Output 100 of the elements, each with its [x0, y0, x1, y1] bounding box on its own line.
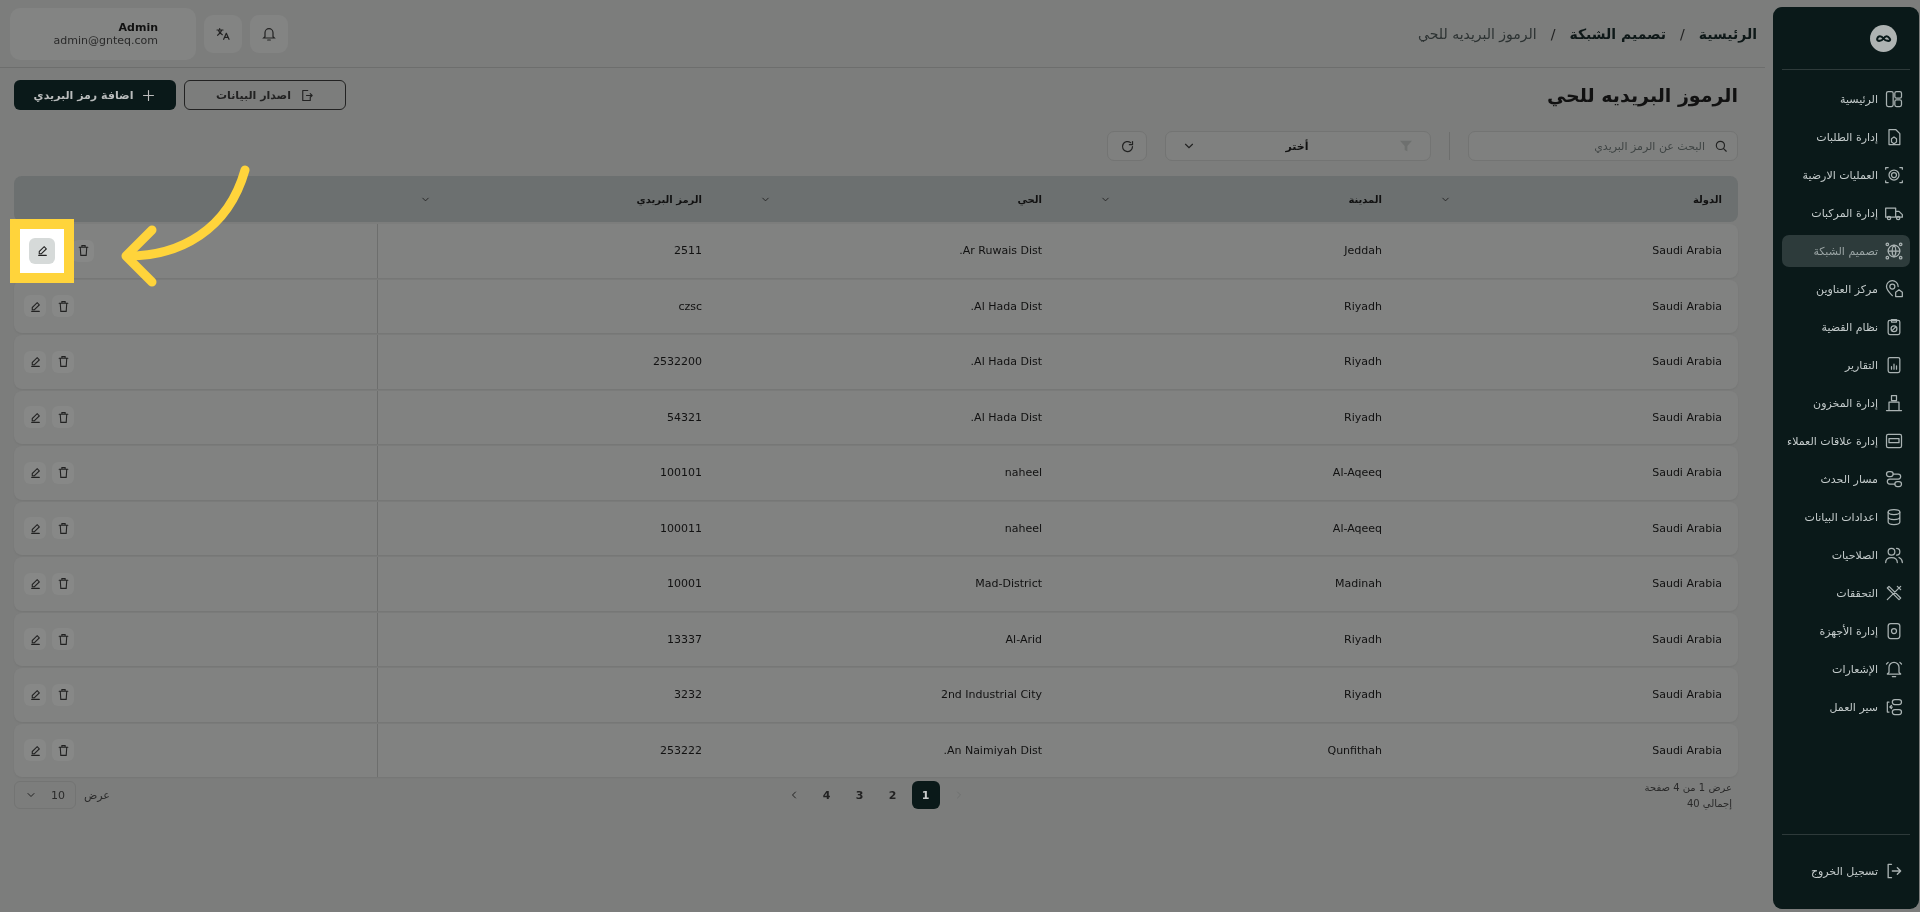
page-button[interactable]: 4: [812, 781, 841, 809]
column-header[interactable]: الحي: [1017, 193, 1042, 205]
delete-button[interactable]: [52, 739, 74, 762]
table-cell: Saudi Arabia: [1652, 244, 1722, 258]
delete-button[interactable]: [52, 406, 74, 429]
search-icon: [1714, 139, 1728, 153]
inventory-icon: [1884, 393, 1904, 413]
globe-icon: [1884, 241, 1904, 261]
table-cell: Riyadh: [1344, 632, 1382, 646]
page-size-label: عرض: [84, 788, 110, 802]
table-cell: 100101: [660, 466, 702, 480]
pencil-icon: [28, 688, 42, 702]
delete-button[interactable]: [52, 295, 74, 318]
workflow-icon: [1884, 697, 1904, 717]
table-cell: naheel: [1004, 466, 1042, 480]
pencil-icon: [28, 521, 42, 535]
total-count: إجمالي 40: [1685, 797, 1732, 809]
table-cell: Al-Aqeeq: [1332, 521, 1382, 535]
sidebar-item[interactable]: الرئيسية: [1782, 83, 1910, 115]
search-field[interactable]: البحث عن الرمز البريدي: [1468, 131, 1738, 161]
table-cell: Saudi Arabia: [1652, 521, 1722, 535]
sidebar-item[interactable]: الصلاحيات: [1782, 539, 1910, 571]
translate-icon: [215, 25, 231, 42]
user-card[interactable]: Admin admin@gnteq.com: [10, 7, 196, 60]
user-name: Admin: [118, 20, 158, 34]
pencil-icon: [35, 244, 49, 258]
page-button[interactable]: 2: [878, 781, 907, 809]
delete-button[interactable]: [52, 461, 74, 484]
refresh-button[interactable]: [1107, 131, 1147, 161]
delete-button[interactable]: [52, 517, 74, 540]
column-header[interactable]: الدولة: [1693, 193, 1722, 205]
crm-card-icon: [1884, 431, 1904, 451]
trash-icon: [56, 521, 70, 535]
layout-icon: [1884, 89, 1904, 109]
table-cell: Al-Aqeeq: [1332, 466, 1382, 480]
sidebar-item[interactable]: مسار الحدث: [1782, 463, 1910, 495]
table-cell: Al Hada Dist.: [970, 355, 1042, 369]
plus-icon: [141, 87, 157, 103]
page-size-select[interactable]: 10: [14, 781, 76, 809]
users-icon: [1884, 545, 1904, 565]
table-cell: czsc: [678, 299, 702, 313]
delete-button[interactable]: [52, 683, 74, 706]
sidebar-item[interactable]: التقارير: [1782, 349, 1910, 381]
notifications-button[interactable]: [250, 14, 288, 53]
delete-button[interactable]: [52, 350, 74, 373]
bell-icon: [1884, 659, 1904, 679]
trash-icon: [56, 577, 70, 591]
language-button[interactable]: [204, 14, 242, 53]
bell-icon: [261, 25, 277, 42]
table-cell: Riyadh: [1344, 299, 1382, 313]
table-cell: 2511: [674, 244, 702, 258]
filter-select[interactable]: أختر: [1165, 131, 1431, 161]
sidebar-item[interactable]: إدارة المخزون: [1782, 387, 1910, 419]
sidebar-item[interactable]: تصميم الشبكة: [1782, 235, 1910, 267]
breadcrumb-link[interactable]: الرئيسية: [1698, 25, 1757, 42]
trash-icon: [56, 410, 70, 424]
sidebar-item[interactable]: نظام القضية: [1782, 311, 1910, 343]
table-cell: Al Hada Dist.: [970, 299, 1042, 313]
sidebar-item[interactable]: العمليات الارضية: [1782, 159, 1910, 191]
page-button[interactable]: 1: [911, 781, 940, 809]
page-info: عرض 1 من 4 صفحة: [1643, 781, 1732, 793]
delete-button[interactable]: [72, 239, 94, 262]
sidebar-item[interactable]: إدارة علاقات العملاء: [1782, 425, 1910, 457]
export-button[interactable]: اصدار البيانات: [184, 80, 346, 110]
sidebar-item[interactable]: اعدادات البيانات: [1782, 501, 1910, 533]
sidebar-item[interactable]: سير العمل: [1782, 691, 1910, 723]
table-cell: Saudi Arabia: [1652, 743, 1722, 757]
table-cell: 100011: [660, 521, 702, 535]
table-cell: 13337: [667, 632, 702, 646]
table-cell: 3232: [674, 688, 702, 702]
sidebar-item[interactable]: إدارة الأجهزة: [1782, 615, 1910, 647]
pencil-icon: [28, 577, 42, 591]
tools-icon: [1884, 583, 1904, 603]
sidebar-item[interactable]: إدارة الطلبات: [1782, 121, 1910, 153]
sidebar-item[interactable]: مركز العناوين: [1782, 273, 1910, 305]
add-button[interactable]: اضافة رمز البريدي: [14, 80, 176, 110]
table-cell: Saudi Arabia: [1652, 577, 1722, 591]
page-button[interactable]: 3: [845, 781, 874, 809]
route-icon: [1884, 469, 1904, 489]
column-header[interactable]: المدينة: [1348, 193, 1382, 205]
trash-icon: [56, 299, 70, 313]
delete-button[interactable]: [52, 628, 74, 651]
edit-button[interactable]: [29, 237, 55, 264]
trash-icon: [56, 743, 70, 757]
column-header[interactable]: الرمز البريدي: [636, 193, 702, 205]
breadcrumb-link[interactable]: تصميم الشبكة: [1569, 25, 1667, 42]
breadcrumb-separator: /: [1550, 25, 1556, 42]
table-cell: naheel: [1004, 521, 1042, 535]
table-cell: 10001: [667, 577, 702, 591]
sidebar-item[interactable]: التحققات: [1782, 577, 1910, 609]
table-cell: An Naimiyah Dist.: [943, 743, 1042, 757]
logout-item[interactable]: تسجيل الخروج: [1782, 855, 1910, 887]
table-cell: Riyadh: [1344, 355, 1382, 369]
trash-icon: [76, 244, 90, 258]
table-cell: Al-Arid: [1005, 632, 1042, 646]
sidebar-item[interactable]: الإشعارات: [1782, 653, 1910, 685]
trash-icon: [56, 355, 70, 369]
sidebar-item[interactable]: إدارة المركبات: [1782, 197, 1910, 229]
table-cell: Al Hada Dist.: [970, 410, 1042, 424]
delete-button[interactable]: [52, 572, 74, 595]
